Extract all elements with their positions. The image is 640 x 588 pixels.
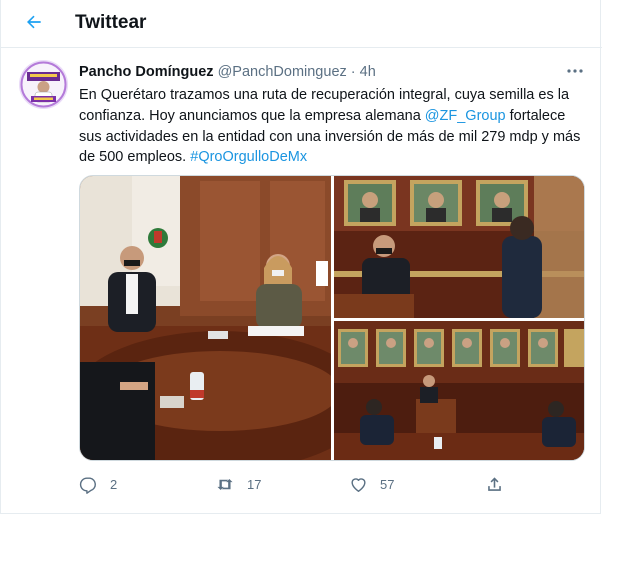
tweet-panel: Twittear Pancho Domínguez @PanchDomingue… xyxy=(0,0,602,514)
retweet-count: 17 xyxy=(247,476,262,492)
photo-room[interactable] xyxy=(334,321,584,460)
avatar[interactable] xyxy=(19,60,68,109)
tweet-meta: Pancho Domínguez @PanchDominguez · 4h xyxy=(79,64,376,80)
share-button[interactable] xyxy=(485,472,504,496)
page-title: Twittear xyxy=(75,12,147,33)
retweet-button[interactable]: 17 xyxy=(215,472,261,496)
media-grid xyxy=(79,175,585,461)
media-divider-horizontal xyxy=(334,318,584,321)
more-icon xyxy=(567,69,583,73)
author-name[interactable]: Pancho Domínguez xyxy=(79,64,214,80)
author-handle[interactable]: @PanchDominguez xyxy=(218,64,347,80)
like-button[interactable]: 57 xyxy=(349,472,394,496)
hashtag-link[interactable]: #QroOrgulloDeMx xyxy=(190,149,307,165)
like-count: 57 xyxy=(380,476,395,492)
reply-button[interactable]: 2 xyxy=(79,472,117,496)
more-button[interactable] xyxy=(561,60,589,82)
retweet-icon xyxy=(217,478,233,490)
reply-count: 2 xyxy=(110,476,118,492)
tweet-text: En Querétaro trazamos una ruta de recupe… xyxy=(79,85,585,168)
header-bar: Twittear xyxy=(1,0,602,48)
share-icon xyxy=(488,476,501,491)
back-button[interactable] xyxy=(15,6,53,38)
mention-link[interactable]: @ZF_Group xyxy=(425,108,506,124)
photo-speaker[interactable] xyxy=(334,176,584,318)
meta-separator: · xyxy=(350,64,356,80)
back-arrow-icon xyxy=(27,15,41,29)
like-icon xyxy=(351,477,366,492)
tweet-time[interactable]: 4h xyxy=(360,64,376,80)
tweet-actions: 2 17 57 xyxy=(79,472,585,496)
photo-meeting[interactable] xyxy=(80,176,331,460)
reply-icon xyxy=(79,476,96,494)
